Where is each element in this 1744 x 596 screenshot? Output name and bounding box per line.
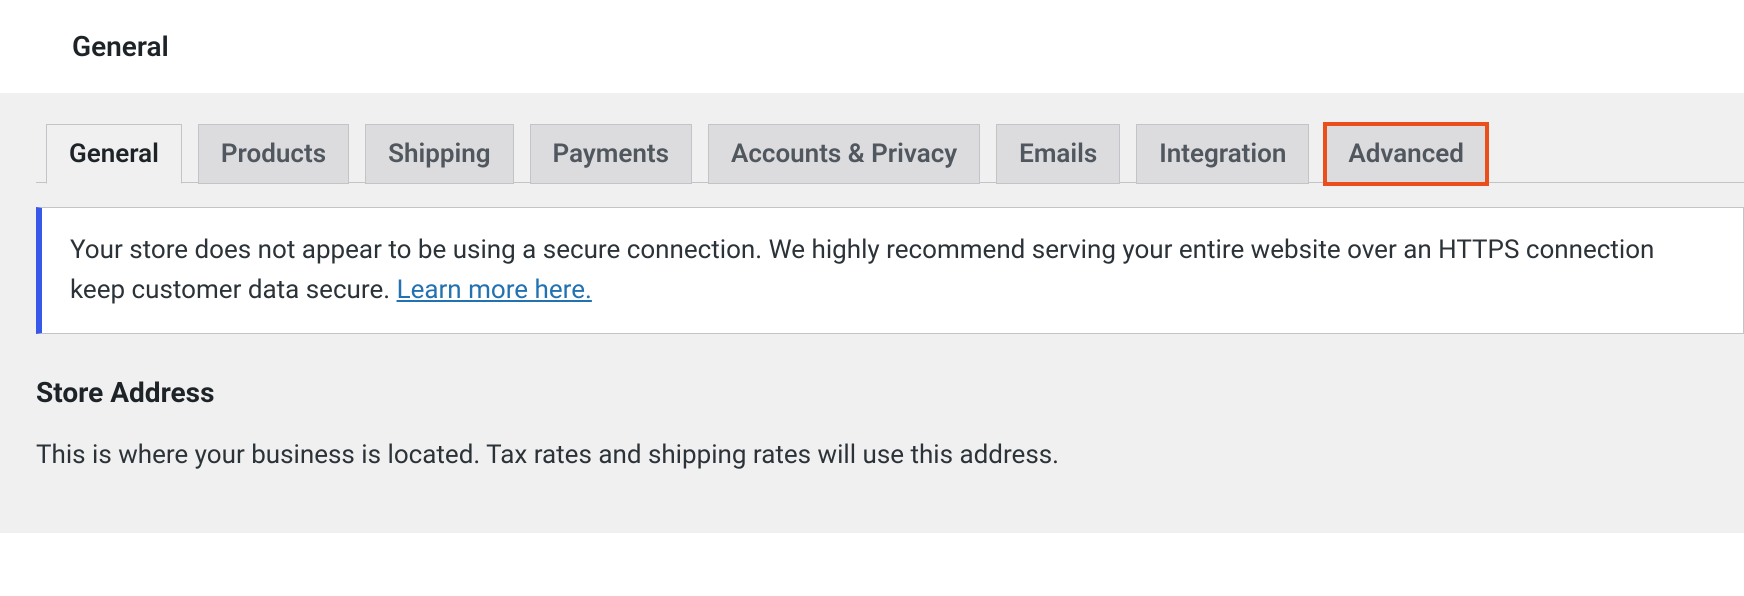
tab-payments[interactable]: Payments — [530, 124, 692, 184]
page-header: General — [0, 0, 1744, 93]
tab-integration[interactable]: Integration — [1136, 124, 1309, 184]
section-description-store-address: This is where your business is located. … — [36, 437, 1744, 473]
tabs-nav: General Products Shipping Payments Accou… — [46, 123, 1744, 183]
tab-emails[interactable]: Emails — [996, 124, 1120, 184]
page-title: General — [72, 30, 1744, 63]
notice-text: Your store does not appear to be using a… — [70, 235, 1654, 305]
https-notice: Your store does not appear to be using a… — [36, 207, 1744, 334]
tab-general[interactable]: General — [46, 124, 182, 184]
tab-accounts-privacy[interactable]: Accounts & Privacy — [708, 124, 980, 184]
notice-learn-more-link[interactable]: Learn more here. — [397, 275, 592, 305]
tab-products[interactable]: Products — [198, 124, 349, 184]
tab-shipping[interactable]: Shipping — [365, 124, 513, 184]
section-heading-store-address: Store Address — [36, 376, 1744, 409]
content-area: General Products Shipping Payments Accou… — [0, 93, 1744, 533]
tab-advanced[interactable]: Advanced — [1325, 124, 1487, 184]
